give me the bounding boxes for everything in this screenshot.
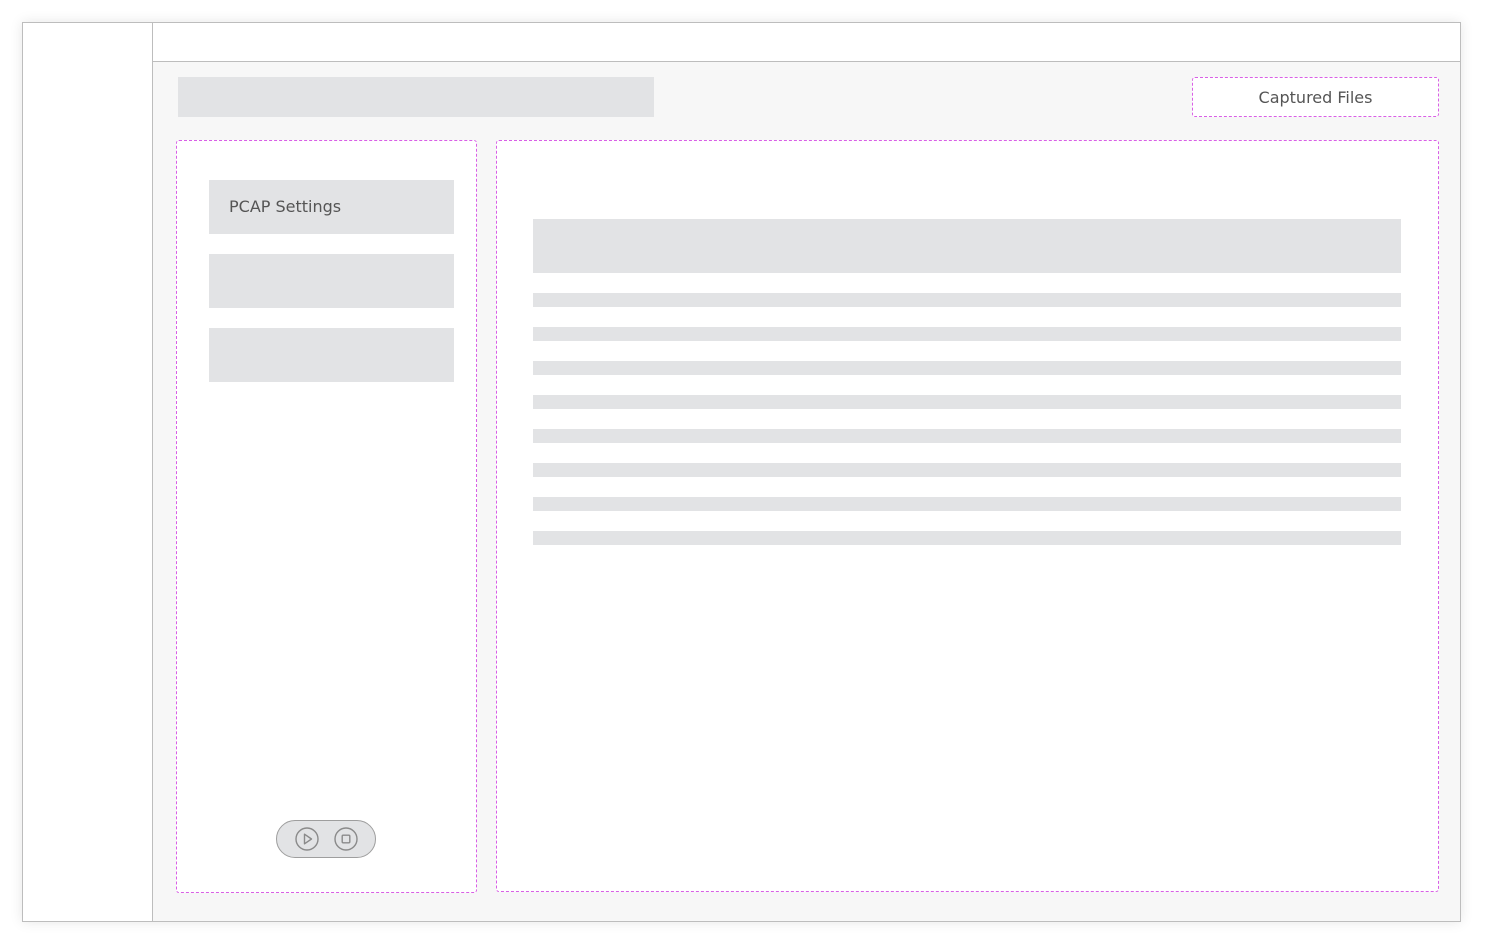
menu-item-pcap-settings[interactable]: PCAP Settings <box>209 180 454 234</box>
menu-item-label: PCAP Settings <box>229 197 342 216</box>
content-line-placeholder <box>533 463 1401 477</box>
content-line-placeholder <box>533 531 1401 545</box>
content-header-placeholder <box>533 219 1401 273</box>
stop-icon[interactable] <box>334 827 358 851</box>
main-content-panel <box>496 140 1439 892</box>
play-icon[interactable] <box>295 827 319 851</box>
content-line-placeholder <box>533 497 1401 511</box>
menu-item-placeholder-2[interactable] <box>209 254 454 308</box>
menu-item-placeholder-3[interactable] <box>209 328 454 382</box>
page-title-placeholder <box>178 77 654 117</box>
top-bar <box>152 23 1461 62</box>
content-line-placeholder <box>533 395 1401 409</box>
content-line-placeholder <box>533 293 1401 307</box>
capture-controls <box>276 820 376 858</box>
settings-panel: PCAP Settings <box>176 140 477 893</box>
content-line-placeholder <box>533 327 1401 341</box>
left-navigation-rail <box>23 23 153 921</box>
app-window: Captured Files PCAP Settings <box>22 22 1461 922</box>
captured-files-button[interactable]: Captured Files <box>1192 77 1439 117</box>
content-line-placeholder <box>533 429 1401 443</box>
content-line-placeholder <box>533 361 1401 375</box>
